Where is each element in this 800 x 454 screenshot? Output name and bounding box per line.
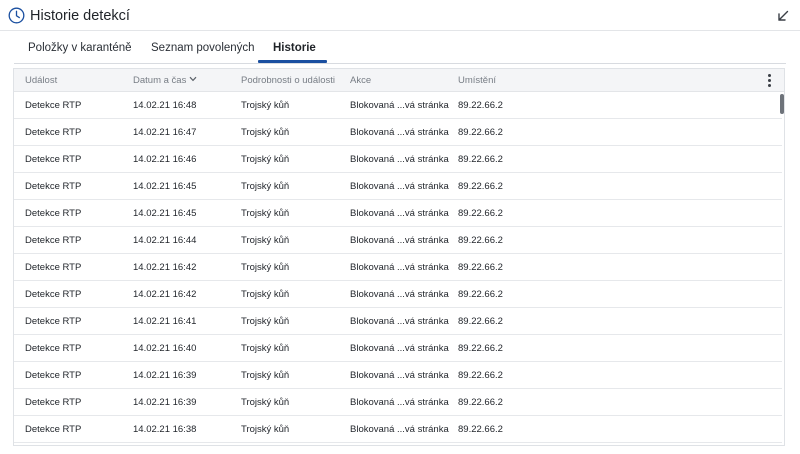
cell-action: Blokovaná ...vá stránka xyxy=(350,127,449,138)
cell-location: 89.22.66.2 xyxy=(458,343,503,354)
table-header: Událost Datum a čas Podrobnosti o událos… xyxy=(14,69,784,92)
tabs-divider xyxy=(14,63,786,64)
scrollbar-thumb[interactable] xyxy=(780,94,784,114)
cell-location: 89.22.66.2 xyxy=(458,154,503,165)
table-row[interactable]: Detekce RTP 14.02.21 16:47 Trojský kůň Blok… xyxy=(14,119,782,146)
cell-details: Trojský kůň xyxy=(241,370,290,381)
cell-datetime: 14.02.21 16:46 xyxy=(133,154,197,165)
cell-details: Trojský kůň xyxy=(241,235,290,246)
cell-details: Trojský kůň xyxy=(241,262,290,273)
cell-details: Trojský kůň xyxy=(241,424,290,435)
arrow-down-left-icon[interactable] xyxy=(774,7,792,25)
table-row[interactable]: Detekce RTP 14.02.21 16:44 Trojský kůň Blok… xyxy=(14,227,782,254)
cell-event: Detekce RTP xyxy=(25,127,82,138)
cell-action: Blokovaná ...vá stránka xyxy=(350,316,449,327)
cell-datetime: 14.02.21 16:45 xyxy=(133,208,197,219)
vertical-scrollbar[interactable] xyxy=(779,92,784,445)
cell-details: Trojský kůň xyxy=(241,343,290,354)
table-row[interactable]: Detekce RTP 14.02.21 16:41 Trojský kůň Blok… xyxy=(14,308,782,335)
cell-location: 89.22.66.2 xyxy=(458,397,503,408)
cell-datetime: 14.02.21 16:44 xyxy=(133,235,197,246)
table-row[interactable]: Detekce RTP 14.02.21 16:39 Trojský kůň Blok… xyxy=(14,389,782,416)
tab-quarantine[interactable]: Položky v karanténě xyxy=(28,42,132,54)
cell-action: Blokovaná ...vá stránka xyxy=(350,424,449,435)
cell-datetime: 14.02.21 16:41 xyxy=(133,316,197,327)
cell-datetime: 14.02.21 16:39 xyxy=(133,370,197,381)
cell-datetime: 14.02.21 16:47 xyxy=(133,127,197,138)
cell-action: Blokovaná ...vá stránka xyxy=(350,208,449,219)
column-header-event[interactable]: Událost xyxy=(25,75,57,86)
column-header-action[interactable]: Akce xyxy=(350,75,371,86)
cell-event: Detekce RTP xyxy=(25,100,82,111)
cell-datetime: 14.02.21 16:42 xyxy=(133,289,197,300)
cell-event: Detekce RTP xyxy=(25,370,82,381)
cell-location: 89.22.66.2 xyxy=(458,235,503,246)
table-row[interactable]: Detekce RTP 14.02.21 16:46 Trojský kůň Blok… xyxy=(14,146,782,173)
cell-datetime: 14.02.21 16:48 xyxy=(133,100,197,111)
detection-history-table: Událost Datum a čas Podrobnosti o událos… xyxy=(13,68,785,446)
cell-datetime: 14.02.21 16:38 xyxy=(133,424,197,435)
cell-action: Blokovaná ...vá stránka xyxy=(350,181,449,192)
cell-event: Detekce RTP xyxy=(25,397,82,408)
table-row[interactable]: Detekce RTP 14.02.21 16:45 Trojský kůň Blok… xyxy=(14,173,782,200)
cell-location: 89.22.66.2 xyxy=(458,181,503,192)
cell-event: Detekce RTP xyxy=(25,154,82,165)
cell-event: Detekce RTP xyxy=(25,289,82,300)
cell-datetime: 14.02.21 16:40 xyxy=(133,343,197,354)
cell-action: Blokovaná ...vá stránka xyxy=(350,289,449,300)
cell-location: 89.22.66.2 xyxy=(458,100,503,111)
cell-action: Blokovaná ...vá stránka xyxy=(350,100,449,111)
column-header-location[interactable]: Umístění xyxy=(458,75,496,86)
cell-details: Trojský kůň xyxy=(241,208,290,219)
table-row[interactable]: Detekce RTP 14.02.21 16:42 Trojský kůň Blok… xyxy=(14,254,782,281)
cell-event: Detekce RTP xyxy=(25,208,82,219)
cell-details: Trojský kůň xyxy=(241,154,290,165)
cell-details: Trojský kůň xyxy=(241,100,290,111)
column-header-datetime-label: Datum a čas xyxy=(133,75,187,86)
cell-event: Detekce RTP xyxy=(25,262,82,273)
table-row[interactable]: Detekce RTP 14.02.21 16:38 Trojský kůň Blok… xyxy=(14,416,782,443)
table-row[interactable]: Detekce RTP 14.02.21 16:48 Trojský kůň Blok… xyxy=(14,92,782,119)
cell-action: Blokovaná ...vá stránka xyxy=(350,235,449,246)
cell-event: Detekce RTP xyxy=(25,343,82,354)
table-row[interactable]: Detekce RTP 14.02.21 16:40 Trojský kůň Blok… xyxy=(14,335,782,362)
cell-datetime: 14.02.21 16:42 xyxy=(133,262,197,273)
title-bar: Historie detekcí xyxy=(0,0,800,31)
cell-details: Trojský kůň xyxy=(241,289,290,300)
cell-event: Detekce RTP xyxy=(25,235,82,246)
cell-details: Trojský kůň xyxy=(241,181,290,192)
cell-action: Blokovaná ...vá stránka xyxy=(350,343,449,354)
cell-location: 89.22.66.2 xyxy=(458,127,503,138)
chevron-down-icon xyxy=(189,76,197,82)
cell-location: 89.22.66.2 xyxy=(458,208,503,219)
cell-location: 89.22.66.2 xyxy=(458,316,503,327)
tab-history[interactable]: Historie xyxy=(273,42,316,54)
tab-allowlist[interactable]: Seznam povolených xyxy=(151,42,255,54)
cell-action: Blokovaná ...vá stránka xyxy=(350,397,449,408)
table-row[interactable]: Detekce RTP 14.02.21 16:42 Trojský kůň Blok… xyxy=(14,281,782,308)
cell-location: 89.22.66.2 xyxy=(458,370,503,381)
table-body: Detekce RTP 14.02.21 16:48 Trojský kůň Blok… xyxy=(14,92,784,443)
cell-event: Detekce RTP xyxy=(25,181,82,192)
cell-location: 89.22.66.2 xyxy=(458,262,503,273)
cell-details: Trojský kůň xyxy=(241,397,290,408)
cell-location: 89.22.66.2 xyxy=(458,424,503,435)
cell-action: Blokovaná ...vá stránka xyxy=(350,154,449,165)
table-row[interactable]: Detekce RTP 14.02.21 16:45 Trojský kůň Blok… xyxy=(14,200,782,227)
cell-action: Blokovaná ...vá stránka xyxy=(350,370,449,381)
more-vertical-icon[interactable] xyxy=(766,73,772,89)
table-row[interactable]: Detekce RTP 14.02.21 16:39 Trojský kůň Blok… xyxy=(14,362,782,389)
cell-datetime: 14.02.21 16:39 xyxy=(133,397,197,408)
cell-location: 89.22.66.2 xyxy=(458,289,503,300)
clock-icon xyxy=(8,7,25,24)
column-header-datetime[interactable]: Datum a čas xyxy=(133,75,197,86)
cell-action: Blokovaná ...vá stránka xyxy=(350,262,449,273)
window-title: Historie detekcí xyxy=(30,8,130,24)
cell-details: Trojský kůň xyxy=(241,127,290,138)
cell-datetime: 14.02.21 16:45 xyxy=(133,181,197,192)
cell-details: Trojský kůň xyxy=(241,316,290,327)
cell-event: Detekce RTP xyxy=(25,424,82,435)
column-header-details[interactable]: Podrobnosti o události xyxy=(241,75,335,86)
cell-event: Detekce RTP xyxy=(25,316,82,327)
